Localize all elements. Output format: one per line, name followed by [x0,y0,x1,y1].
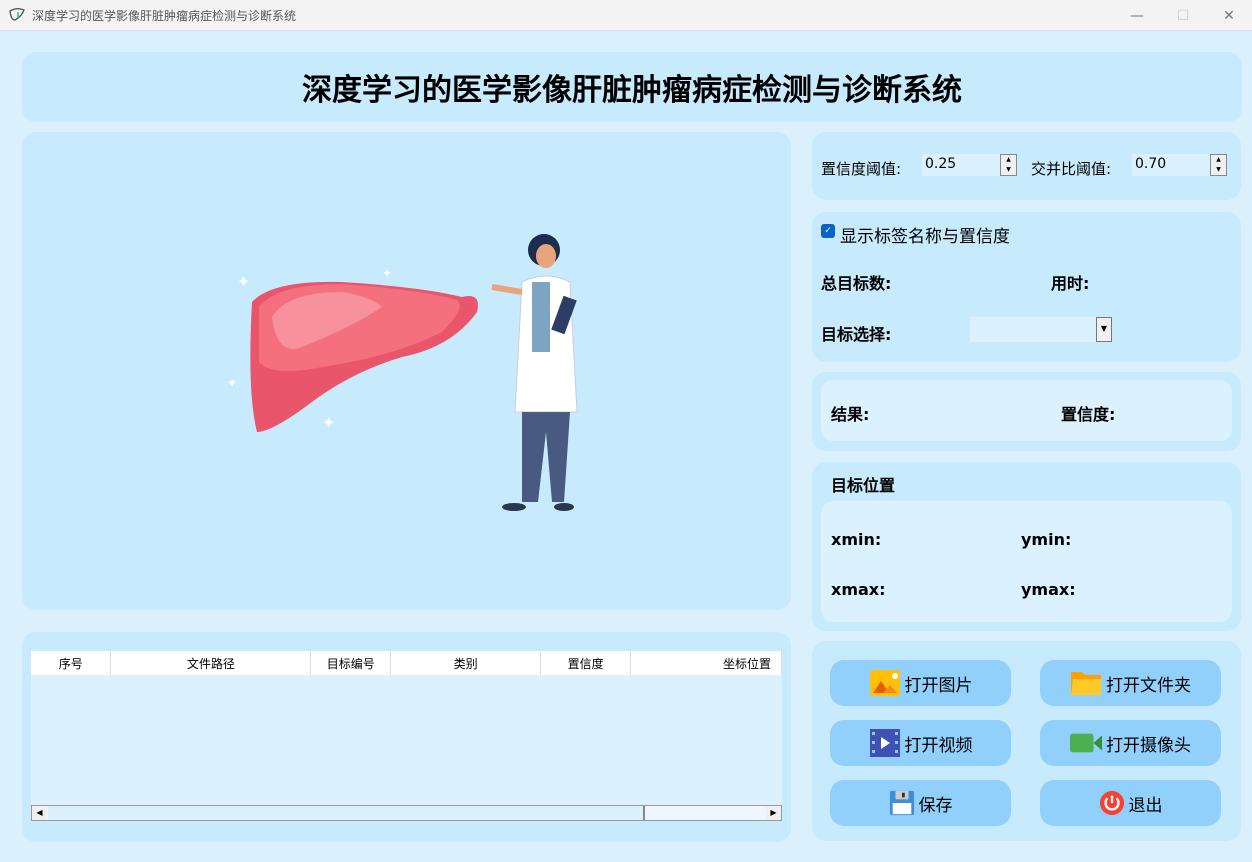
open-image-label: 打开图片 [904,675,973,696]
actions-panel: 打开图片 打开文件夹 打开视频 打开摄像头 保存 退出 [812,641,1241,841]
conf-threshold-value[interactable]: 0.25 [925,156,956,172]
folder-icon [1071,672,1101,695]
open-video-button[interactable]: 打开视频 [830,720,1011,766]
exit-label: 退出 [1128,795,1163,816]
col-file-path[interactable]: 文件路径 [110,651,312,675]
table-header: 序号 文件路径 目标编号 类别 置信度 坐标位置 [31,651,782,675]
confidence-label: 置信度: [1061,405,1116,424]
results-table-panel: 序号 文件路径 目标编号 类别 置信度 坐标位置 ◀ ▶ [22,632,791,842]
maximize-button[interactable]: ☐ [1160,0,1206,31]
svg-text:✦: ✦ [382,266,392,280]
open-folder-button[interactable]: 打开文件夹 [1040,660,1221,706]
col-bbox[interactable]: 坐标位置 [630,651,782,675]
save-label: 保存 [918,795,953,816]
result-label: 结果: [831,405,870,424]
chevron-down-icon[interactable]: ▼ [1096,317,1112,342]
svg-text:✦: ✦ [227,376,237,390]
scrollbar-thumb[interactable] [48,806,645,820]
close-button[interactable]: ✕ [1206,0,1252,31]
open-image-button[interactable]: 打开图片 [830,660,1011,706]
col-class[interactable]: 类别 [390,651,542,675]
open-camera-button[interactable]: 打开摄像头 [1040,720,1221,766]
show-labels-label[interactable]: 显示标签名称与置信度 [840,222,1010,247]
iou-threshold-spinbox[interactable]: 0.70 ▲ ▼ [1132,154,1227,176]
liver-doctor-illustration: ✦ ✦ ✦ ✦ [227,234,578,511]
svg-text:✦: ✦ [322,413,335,432]
col-confidence[interactable]: 置信度 [540,651,632,675]
spin-arrows-icon[interactable]: ▲ ▼ [1000,154,1017,176]
open-video-label: 打开视频 [904,735,973,756]
stats-panel: ✓ 显示标签名称与置信度 总目标数: 用时: 目标选择: ▼ [812,212,1241,362]
conf-threshold-spinbox[interactable]: 0.25 ▲ ▼ [922,154,1017,176]
position-title: 目标位置 [831,476,896,495]
ymin-label: ymin: [1021,530,1072,549]
threshold-panel: 置信度阈值: 0.25 ▲ ▼ 交并比阈值: 0.70 ▲ ▼ [812,132,1241,200]
ymax-label: ymax: [1021,580,1076,599]
horizontal-scrollbar[interactable]: ◀ ▶ [31,805,782,821]
window-title: 深度学习的医学影像肝脏肿瘤病症检测与诊断系统 [32,8,297,23]
iou-threshold-value[interactable]: 0.70 [1135,156,1166,172]
liver-app-icon [9,8,25,21]
open-folder-label: 打开文件夹 [1106,675,1191,696]
svg-text:✦: ✦ [237,272,250,291]
title-bar: 深度学习的医学影像肝脏肿瘤病症检测与诊断系统 — ☐ ✕ [0,0,1252,31]
exit-button[interactable]: 退出 [1040,780,1221,826]
page-title: 深度学习的医学影像肝脏肿瘤病症检测与诊断系统 [22,52,1242,122]
scroll-right-arrow-icon[interactable]: ▶ [766,806,781,820]
col-target-id[interactable]: 目标编号 [310,651,392,675]
image-icon [869,670,900,696]
xmax-label: xmax: [831,580,886,599]
spin-arrows-icon[interactable]: ▲ ▼ [1210,154,1227,176]
xmin-label: xmin: [831,530,882,549]
video-icon [869,729,900,757]
save-button[interactable]: 保存 [830,780,1011,826]
time-label: 用时: [1051,274,1090,293]
open-camera-label: 打开摄像头 [1106,735,1191,756]
total-targets-label: 总目标数: [821,274,892,293]
show-labels-checkbox[interactable]: ✓ [821,224,835,238]
result-panel: 结果: 置信度: [812,372,1241,451]
iou-threshold-label: 交并比阈值: [1031,160,1112,178]
col-index[interactable]: 序号 [31,651,112,675]
conf-threshold-label: 置信度阈值: [821,160,902,178]
minimize-button[interactable]: — [1114,0,1160,31]
position-panel: 目标位置 xmin: ymin: xmax: ymax: [812,462,1241,631]
scroll-left-arrow-icon[interactable]: ◀ [32,806,47,820]
power-icon [1099,790,1124,816]
results-table[interactable]: 序号 文件路径 目标编号 类别 置信度 坐标位置 [31,651,782,675]
target-select-label: 目标选择: [821,325,892,344]
save-icon [889,790,914,816]
image-display: ✦ ✦ ✦ ✦ [22,132,791,610]
target-select-dropdown[interactable]: ▼ [970,317,1112,342]
camera-icon [1070,733,1102,753]
